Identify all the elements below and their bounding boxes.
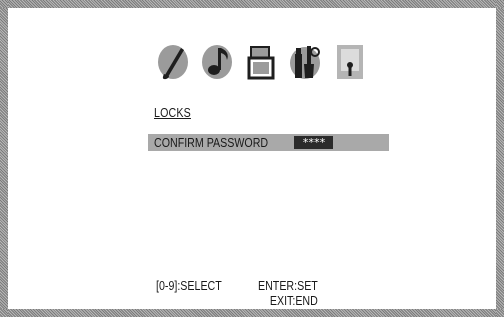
confirm-password-label: CONFIRM PASSWORD <box>154 135 269 150</box>
confirm-password-row[interactable]: CONFIRM PASSWORD **** <box>148 134 389 151</box>
setup-icon[interactable] <box>241 38 281 84</box>
password-input[interactable]: **** <box>294 136 333 149</box>
osd-menu-screen: LOCKS CONFIRM PASSWORD **** [0-9]:SELECT… <box>0 0 504 317</box>
menu-title: LOCKS <box>154 105 191 120</box>
set-hint: ENTER:SET <box>258 278 318 293</box>
select-hint: [0-9]:SELECT <box>156 278 222 293</box>
audio-settings-icon[interactable] <box>197 38 237 84</box>
footer-hints: ENTER:SET EXIT:END <box>258 278 318 308</box>
lock-icon[interactable] <box>329 38 369 84</box>
exit-hint: EXIT:END <box>269 293 318 308</box>
menu-icon-bar <box>153 38 369 84</box>
tools-icon[interactable] <box>285 38 325 84</box>
picture-settings-icon[interactable] <box>153 38 193 84</box>
